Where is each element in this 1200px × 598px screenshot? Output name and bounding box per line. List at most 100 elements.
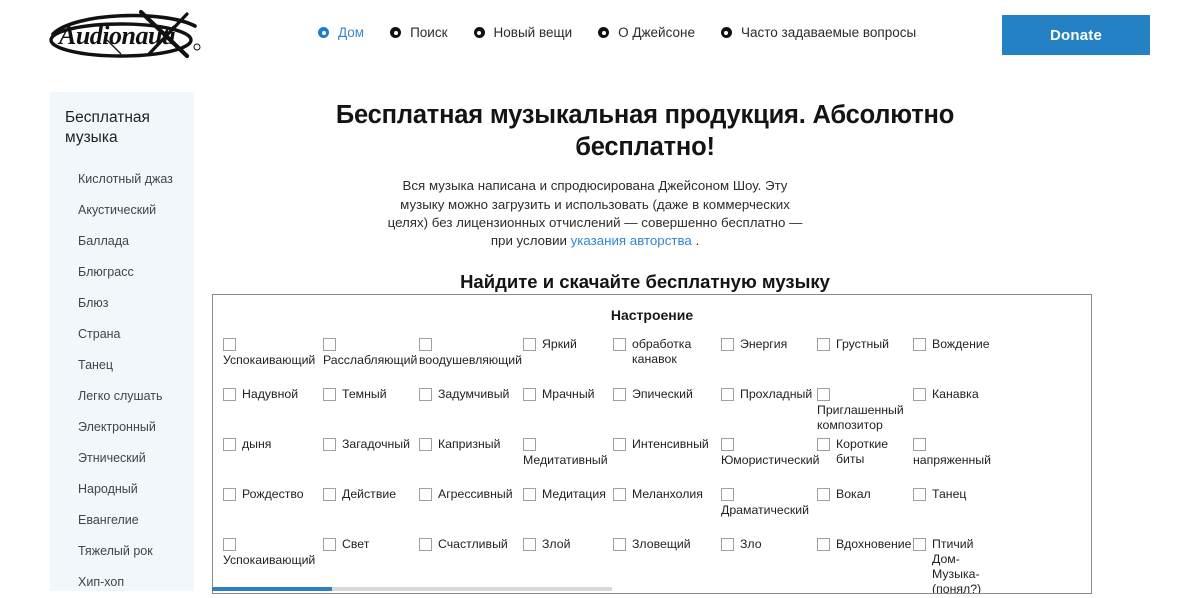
mood-checkbox-relaxing[interactable]: Расслабляющий (323, 335, 419, 368)
attribution-link[interactable]: указания авторства (571, 233, 692, 248)
checkbox-icon[interactable] (817, 438, 830, 451)
checkbox-icon[interactable] (721, 388, 734, 401)
mood-checkbox-groove-processing[interactable]: обработка канавок (613, 335, 721, 367)
mood-checkbox-driving[interactable]: Вождение (913, 335, 1003, 352)
checkbox-icon[interactable] (323, 338, 336, 351)
checkbox-icon[interactable] (721, 438, 734, 451)
sidebar-item-ethnic[interactable]: Этнический (50, 443, 194, 474)
checkbox-icon[interactable] (721, 338, 734, 351)
mood-checkbox-christmas[interactable]: Рождество (223, 485, 323, 502)
checkbox-icon[interactable] (721, 538, 734, 551)
mood-checkbox-energy[interactable]: Энергия (721, 335, 817, 352)
mood-checkbox-bright[interactable]: Яркий (523, 335, 613, 352)
sidebar-item-country[interactable]: Страна (50, 319, 194, 350)
mood-checkbox-dance[interactable]: Танец (913, 485, 1003, 502)
checkbox-icon[interactable] (817, 338, 830, 351)
mood-checkbox-capricious[interactable]: Капризный (419, 435, 523, 452)
checkbox-icon[interactable] (323, 388, 336, 401)
checkbox-icon[interactable] (613, 388, 626, 401)
checkbox-icon[interactable] (419, 338, 432, 351)
mood-checkbox-inflatable[interactable]: Надувной (223, 385, 323, 402)
checkbox-icon[interactable] (817, 388, 830, 401)
checkbox-icon[interactable] (523, 388, 536, 401)
mood-checkbox-angry[interactable]: Злой (523, 535, 613, 552)
mood-checkbox-sad[interactable]: Грустный (817, 335, 913, 352)
mood-checkbox-melancholy[interactable]: Меланхолия (613, 485, 721, 502)
sidebar-item-folk[interactable]: Народный (50, 474, 194, 505)
sidebar-item-gospel[interactable]: Евангелие (50, 505, 194, 536)
site-logo[interactable]: Audionauti (45, 4, 207, 66)
sidebar-item-easy-listening[interactable]: Легко слушать (50, 381, 194, 412)
checkbox-icon[interactable] (323, 538, 336, 551)
mood-checkbox-groove[interactable]: Канавка (913, 385, 1003, 402)
checkbox-icon[interactable] (523, 538, 536, 551)
checkbox-icon[interactable] (419, 488, 432, 501)
checkbox-icon[interactable] (323, 438, 336, 451)
sidebar-item-dance[interactable]: Танец (50, 350, 194, 381)
mood-checkbox-melon[interactable]: дыня (223, 435, 323, 452)
mood-checkbox-vocal[interactable]: Вокал (817, 485, 913, 502)
checkbox-icon[interactable] (223, 538, 236, 551)
checkbox-icon[interactable] (419, 438, 432, 451)
mood-checkbox-epic[interactable]: Эпический (613, 385, 721, 402)
sidebar-item-hip-hop[interactable]: Хип-хоп (50, 567, 194, 598)
sidebar-item-bluegrass[interactable]: Блюграсс (50, 257, 194, 288)
checkbox-icon[interactable] (523, 338, 536, 351)
checkbox-icon[interactable] (913, 488, 926, 501)
checkbox-icon[interactable] (613, 338, 626, 351)
mood-checkbox-intense[interactable]: Интенсивный (613, 435, 721, 452)
checkbox-icon[interactable] (913, 538, 926, 551)
checkbox-icon[interactable] (613, 488, 626, 501)
checkbox-icon[interactable] (419, 538, 432, 551)
mood-checkbox-pensive[interactable]: Задумчивый (419, 385, 523, 402)
mood-checkbox-happy[interactable]: Счастливый (419, 535, 523, 552)
mood-checkbox-aggressive[interactable]: Агрессивный (419, 485, 523, 502)
mood-checkbox-short-beats[interactable]: Короткие биты (817, 435, 913, 467)
mood-checkbox-calming[interactable]: Успокаивающий (223, 535, 323, 568)
donate-button[interactable]: Donate (1002, 15, 1150, 55)
mood-checkbox-uplifting[interactable]: воодушевляющий (419, 335, 523, 368)
sidebar-item-blues[interactable]: Блюз (50, 288, 194, 319)
mood-checkbox-tense[interactable]: напряженный (913, 435, 1003, 468)
mood-checkbox-soothing[interactable]: Успокаивающий (223, 335, 323, 368)
checkbox-icon[interactable] (613, 538, 626, 551)
nav-item-search[interactable]: Поиск (390, 26, 448, 40)
mood-checkbox-action[interactable]: Действие (323, 485, 419, 502)
mood-checkbox-meditation[interactable]: Медитация (523, 485, 613, 502)
checkbox-icon[interactable] (613, 438, 626, 451)
checkbox-icon[interactable] (523, 488, 536, 501)
mood-checkbox-cool[interactable]: Прохладный (721, 385, 817, 402)
checkbox-icon[interactable] (721, 488, 734, 501)
checkbox-icon[interactable] (223, 488, 236, 501)
checkbox-icon[interactable] (419, 388, 432, 401)
checkbox-icon[interactable] (223, 338, 236, 351)
checkbox-icon[interactable] (817, 538, 830, 551)
offscreen-control-strip-secondary[interactable] (332, 587, 612, 591)
sidebar-item-hard-rock[interactable]: Тяжелый рок (50, 536, 194, 567)
nav-item-faq[interactable]: Часто задаваемые вопросы (720, 26, 916, 40)
mood-checkbox-humorous[interactable]: Юмористический (721, 435, 819, 468)
mood-checkbox-mysterious[interactable]: Загадочный (323, 435, 419, 452)
mood-checkbox-inspiration[interactable]: Вдохновение (817, 535, 913, 552)
checkbox-icon[interactable] (223, 438, 236, 451)
sidebar-item-ballad[interactable]: Баллада (50, 226, 194, 257)
mood-checkbox-ominous[interactable]: Зловещий (613, 535, 721, 552)
mood-checkbox-birdhouse-music[interactable]: Птичий Дом-Музыка-(понял?) (913, 535, 1003, 593)
mood-checkbox-evil[interactable]: Зло (721, 535, 817, 552)
sidebar-item-acoustic[interactable]: Акустический (50, 195, 194, 226)
checkbox-icon[interactable] (223, 388, 236, 401)
nav-item-new-stuff[interactable]: Новый вещи (473, 26, 572, 40)
mood-checkbox-dramatic[interactable]: Драматический (721, 485, 817, 518)
sidebar-item-acid-jazz[interactable]: Кислотный джаз (50, 164, 194, 195)
checkbox-icon[interactable] (913, 388, 926, 401)
mood-checkbox-gloomy[interactable]: Мрачный (523, 385, 613, 402)
nav-item-home[interactable]: Дом (318, 26, 364, 40)
checkbox-icon[interactable] (913, 438, 926, 451)
nav-item-about-jason[interactable]: О Джейсоне (598, 26, 695, 40)
checkbox-icon[interactable] (913, 338, 926, 351)
checkbox-icon[interactable] (523, 438, 536, 451)
sidebar-item-electronic[interactable]: Электронный (50, 412, 194, 443)
offscreen-control-strip[interactable] (212, 587, 332, 591)
checkbox-icon[interactable] (323, 488, 336, 501)
checkbox-icon[interactable] (817, 488, 830, 501)
